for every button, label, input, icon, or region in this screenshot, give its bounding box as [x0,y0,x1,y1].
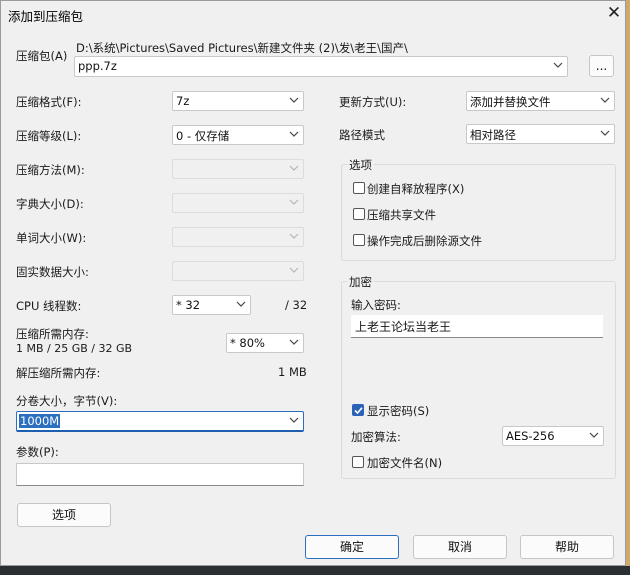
chevron-down-icon [289,267,299,273]
solid-combo[interactable] [172,261,304,281]
encrypt-names-checkbox[interactable] [352,456,364,468]
cpu-value: * 32 [176,298,201,312]
sfx-checkbox[interactable] [353,182,365,194]
format-combo[interactable]: 7z [172,91,304,111]
pathmode-label: 路径模式 [339,128,385,142]
chevron-down-icon [289,233,299,239]
chevron-down-icon [553,62,563,68]
sfx-label: 创建自释放程序(X) [367,182,465,196]
chevron-down-icon [236,301,246,307]
mem-detail: 1 MB / 25 GB / 32 GB [16,342,133,355]
cpu-combo[interactable]: * 32 [172,295,251,315]
shared-checkbox[interactable] [353,208,365,220]
archive-path: D:\系统\Pictures\Saved Pictures\新建文件夹 (2)\… [76,41,408,55]
password-input[interactable]: 上老王论坛当老王 [351,315,603,338]
level-value: 0 - 仅存储 [176,129,230,143]
cpu-max: / 32 [285,298,308,312]
archive-filename-value: ppp.7z [78,59,117,73]
chevron-down-icon [289,417,299,423]
ok-button[interactable]: 确定 [305,535,399,559]
help-button[interactable]: 帮助 [520,535,614,559]
mem-label: 压缩所需内存: [16,327,89,341]
pathmode-value: 相对路径 [470,128,516,142]
encrypt-names-label: 加密文件名(N) [367,456,443,470]
chevron-down-icon [600,130,610,136]
pathmode-combo[interactable]: 相对路径 [466,124,615,144]
params-label: 参数(P): [16,445,59,459]
enc-method-label: 加密算法: [351,430,401,444]
password-label: 输入密码: [351,298,401,312]
archive-filename-combo[interactable]: ppp.7z [74,56,568,77]
volume-value: 1000M [19,414,61,428]
encryption-group-title: 加密 [347,274,374,290]
method-combo[interactable] [172,159,304,179]
demem-value: 1 MB [278,365,307,379]
cpu-label: CPU 线程数: [16,299,82,313]
params-input[interactable] [16,463,304,486]
method-label: 压缩方法(M): [16,163,85,177]
password-value: 上老王论坛当老王 [355,320,452,334]
update-value: 添加并替换文件 [470,95,551,109]
dialog-title: 添加到压缩包 [8,9,84,24]
update-combo[interactable]: 添加并替换文件 [466,91,615,111]
enc-method-value: AES-256 [506,429,555,443]
chevron-down-icon [289,97,299,103]
add-to-archive-dialog: 添加到压缩包 ✕ 压缩包(A) D:\系统\Pictures\Saved Pic… [0,0,626,566]
mem-combo[interactable]: * 80% [226,333,304,353]
volume-label: 分卷大小，字节(V): [16,394,118,408]
show-password-label: 显示密码(S) [367,404,430,418]
archive-label: 压缩包(A) [16,49,68,63]
dict-label: 字典大小(D): [16,197,84,211]
delete-checkbox[interactable] [353,234,365,246]
mem-value: * 80% [230,336,265,350]
chevron-down-icon [589,432,599,438]
level-label: 压缩等级(L): [16,129,82,143]
chevron-down-icon [289,339,299,345]
update-label: 更新方式(U): [339,95,407,109]
solid-label: 固实数据大小: [16,265,89,279]
format-label: 压缩格式(F): [16,95,82,109]
cancel-button[interactable]: 取消 [413,535,507,559]
chevron-down-icon [289,199,299,205]
shared-label: 压缩共享文件 [367,208,436,222]
dict-combo[interactable] [172,193,304,213]
browse-button[interactable]: ... [589,55,614,77]
demem-label: 解压缩所需内存: [16,366,101,380]
word-combo[interactable] [172,227,304,247]
close-icon[interactable]: ✕ [605,4,623,22]
chevron-down-icon [289,165,299,171]
background-window-edge [626,0,630,575]
background-window-strip [0,566,630,575]
delete-label: 操作完成后删除源文件 [367,234,482,248]
show-password-checkbox[interactable] [352,404,364,416]
checkmark-icon [354,407,363,415]
format-value: 7z [176,94,190,108]
chevron-down-icon [600,97,610,103]
chevron-down-icon [289,131,299,137]
enc-method-combo[interactable]: AES-256 [502,426,604,446]
options-button[interactable]: 选项 [17,503,111,527]
level-combo[interactable]: 0 - 仅存储 [172,125,304,145]
word-label: 单词大小(W): [16,231,87,245]
volume-combo[interactable]: 1000M [16,411,304,432]
options-group-title: 选项 [347,157,374,173]
volume-value-wrap: 1000M [19,414,61,428]
